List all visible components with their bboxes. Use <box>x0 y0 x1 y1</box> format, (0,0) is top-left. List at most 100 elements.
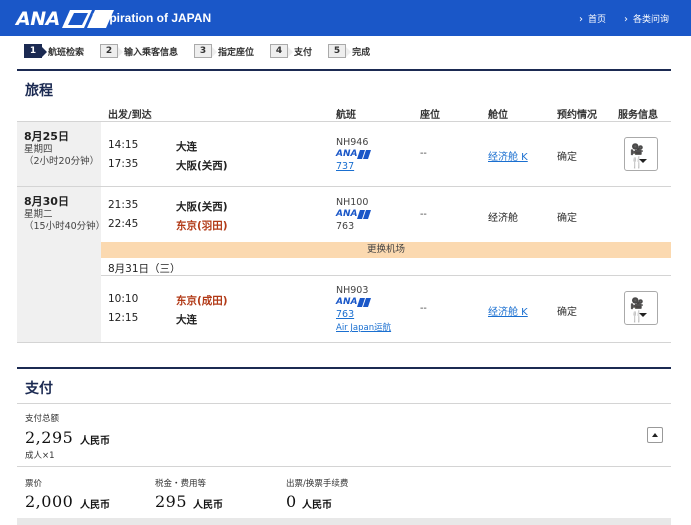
flight-number: NH946 <box>336 137 369 148</box>
inquiry-link[interactable]: 各类问询 <box>624 12 669 25</box>
trip-date-cell: 8月25日 星期四 （2小时20分钟） <box>17 122 101 186</box>
divider <box>17 69 671 71</box>
fee-amount: 0 <box>286 492 297 511</box>
trip-duration: （2小时20分钟） <box>24 156 100 167</box>
arr-time: 12:15 <box>108 312 139 324</box>
top-links: 首页 各类问询 <box>579 12 669 25</box>
tax-amount: 295 <box>155 492 188 511</box>
col-seat: 座位 <box>420 110 440 121</box>
dep-time: 21:35 <box>108 199 139 211</box>
trip-weekday: 星期四 <box>24 144 53 155</box>
arr-time: 22:45 <box>108 218 139 230</box>
tax-currency: 人民币 <box>193 500 223 511</box>
chevron-down-icon <box>639 159 647 163</box>
seat-value: -- <box>420 148 427 159</box>
col-flight: 航班 <box>336 110 356 121</box>
divider <box>17 367 671 369</box>
arr-time: 17:35 <box>108 158 139 170</box>
step-number: 2 <box>100 44 124 58</box>
next-date: 8月31日（三） <box>108 263 181 275</box>
home-link[interactable]: 首页 <box>579 12 606 25</box>
step-label: 支付 <box>294 47 313 58</box>
row-divider <box>17 342 671 343</box>
step-label: 完成 <box>352 47 371 58</box>
ana-small-logo: ANA <box>336 149 372 159</box>
ana-logo-icon <box>357 149 372 159</box>
fare-currency: 人民币 <box>80 500 110 511</box>
dep-city: 东京(成田) <box>176 295 228 307</box>
trip-date: 8月25日 <box>24 130 69 143</box>
row-divider <box>101 275 671 276</box>
trip-weekday: 星期二 <box>24 209 53 220</box>
tax-label: 税金・费用等 <box>155 479 207 489</box>
row-divider <box>17 466 671 467</box>
change-airport-banner: 更换机场 <box>101 242 671 258</box>
airline-text: ANA <box>336 297 358 307</box>
dep-time: 10:10 <box>108 293 139 305</box>
dep-time: 14:15 <box>108 139 139 151</box>
step-search: 1 航班检索 <box>24 44 84 58</box>
col-status: 预约情况 <box>557 110 597 121</box>
step-payment: 4 支付 <box>270 44 312 58</box>
step-label: 输入乘客信息 <box>124 47 179 58</box>
step-passenger: 2 输入乘客信息 <box>100 44 178 58</box>
step-number: 3 <box>194 44 218 58</box>
status-value: 确定 <box>557 213 577 224</box>
arr-city: 东京(羽田) <box>176 220 228 232</box>
passenger-count: 成人×1 <box>25 451 55 461</box>
row-divider <box>17 121 671 122</box>
dep-city: 大连 <box>176 141 197 153</box>
fare-amount: 2,000 <box>25 492 74 511</box>
col-service: 服务信息 <box>618 110 658 121</box>
airline-text: ANA <box>336 149 358 159</box>
total-currency: 人民币 <box>80 436 110 447</box>
arr-city: 大连 <box>176 314 197 326</box>
ana-logo-icon <box>357 297 372 307</box>
fare-label: 票价 <box>25 479 43 489</box>
step-complete: 5 完成 <box>328 44 370 58</box>
meal-entertainment-icon: 🎥🍴 <box>630 297 644 323</box>
fee-currency: 人民币 <box>302 500 332 511</box>
status-value: 确定 <box>557 307 577 318</box>
arr-city: 大阪(关西) <box>176 160 228 172</box>
payment-title: 支付 <box>25 381 53 397</box>
step-label: 航班检索 <box>48 47 85 58</box>
aircraft-link[interactable]: 763 <box>336 309 354 320</box>
flight-number: NH100 <box>336 197 369 208</box>
cabin-link[interactable]: 经济舱 K <box>488 303 528 318</box>
step-seat: 3 指定座位 <box>194 44 254 58</box>
flight-number: NH903 <box>336 285 369 296</box>
trip-date: 8月30日 <box>24 195 69 208</box>
total-label: 支付总额 <box>25 414 60 424</box>
seat-value: -- <box>420 209 427 220</box>
row-divider <box>17 403 671 404</box>
total-amount: 2,295 <box>25 428 74 447</box>
cabin-link[interactable]: 经济舱 K <box>488 148 528 163</box>
ana-small-logo: ANA <box>336 297 372 307</box>
operator-link[interactable]: Air Japan运航 <box>336 321 391 333</box>
top-bar: ANA Inspiration of JAPAN 首页 各类问询 <box>0 0 691 36</box>
step-number: 1 <box>24 44 47 58</box>
airline-text: ANA <box>336 209 358 219</box>
collapse-payment-button[interactable] <box>647 427 663 443</box>
ana-small-logo: ANA <box>336 209 372 219</box>
itinerary-title: 旅程 <box>25 83 53 99</box>
aircraft-type: 763 <box>336 221 355 232</box>
step-number: 4 <box>270 44 294 58</box>
status-value: 确定 <box>557 152 577 163</box>
service-info-button[interactable]: 🎥🍴 <box>624 291 658 325</box>
col-depart-arrive: 出发/到达 <box>108 110 152 121</box>
chevron-down-icon <box>639 313 647 317</box>
ana-logo-icon <box>357 209 372 219</box>
service-info-button[interactable]: 🎥🍴 <box>624 137 658 171</box>
logo-text: ANA <box>16 8 60 30</box>
row-divider <box>17 186 671 187</box>
col-cabin: 舱位 <box>488 110 508 121</box>
progress-steps: 1 航班检索 2 输入乘客信息 3 指定座位 4 支付 5 完成 <box>24 44 386 58</box>
tagline: Inspiration of JAPAN <box>92 11 212 25</box>
dep-city: 大阪(关西) <box>176 201 228 213</box>
step-label: 指定座位 <box>218 47 255 58</box>
seat-value: -- <box>420 303 427 314</box>
fee-label: 出票/换票手续费 <box>286 479 349 489</box>
aircraft-link[interactable]: 737 <box>336 161 354 172</box>
